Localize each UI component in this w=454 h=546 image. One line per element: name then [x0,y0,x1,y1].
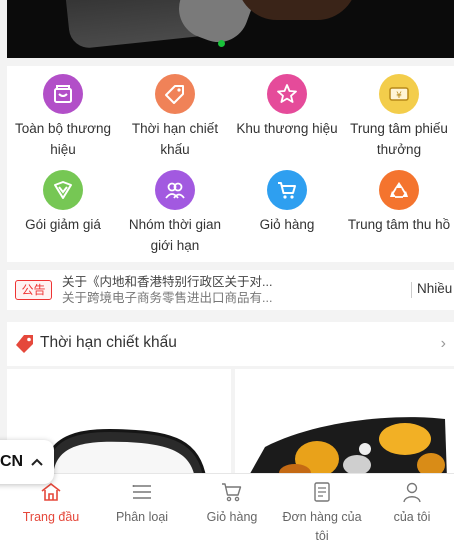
category-brand-zone[interactable]: Khu thương hiệu [231,74,343,139]
category-discount-package[interactable]: Gói giảm giá [7,170,119,235]
discount-section-header[interactable]: Thời hạn chiết khấu › [7,322,454,366]
group-icon [155,170,195,210]
category-label: Trung tâm thu hồ [347,217,451,232]
category-label: Trung tâm phiếu thưởng [350,121,448,157]
category-label: Nhóm thời gian giới hạn [128,217,222,253]
announcement-line: 关于跨境电子商务零售进出口商品有... [62,291,273,305]
announcement-text[interactable]: 关于《内地和香港特别行政区关于对... 关于跨境电子商务零售进出口商品有... [62,270,407,310]
nav-label: Đơn hàng của tôi [282,510,362,543]
category-recycle-center[interactable]: Trung tâm thu hồ [343,170,454,235]
chevron-right-icon[interactable]: › [441,335,446,353]
product-list [7,366,454,479]
category-label: Giỏ hàng [259,217,315,232]
nav-label: của tôi [393,510,431,524]
price-tag-icon [155,74,195,114]
language-switcher[interactable]: CN [0,440,54,484]
category-label: Gói giảm giá [25,217,101,232]
category-label: Toàn bộ thương hiệu [15,121,111,157]
discount-badge-icon [43,170,83,210]
banner-image-shape [237,0,357,20]
nav-home[interactable]: Trang đầu [6,480,96,527]
star-box-icon [267,74,307,114]
category-grid: Toàn bộ thương hiệu Thời hạn chiết khấu Kh… [7,66,454,262]
category-all-brands[interactable]: Toàn bộ thương hiệu [7,74,119,160]
promo-banner[interactable] [7,0,454,58]
announcement-tag: 公告 [15,280,52,300]
svg-text:¥: ¥ [396,91,402,101]
language-code: CN [0,453,24,470]
nav-profile[interactable]: của tôi [367,480,454,527]
more-link[interactable]: Nhiều [417,281,452,296]
category-label: Khu thương hiệu [236,121,338,136]
cart-icon [187,480,277,504]
user-icon [367,480,454,504]
nav-category[interactable]: Phân loại [97,480,187,527]
nav-orders[interactable]: Đơn hàng của tôi [277,480,367,546]
nav-label: Phân loại [115,510,169,524]
cart-icon [267,170,307,210]
product-card[interactable] [235,369,454,479]
recycle-icon [379,170,419,210]
category-coupon-center[interactable]: ¥ Trung tâm phiếu thưởng [343,74,454,160]
coupon-icon: ¥ [379,74,419,114]
nav-label: Giỏ hàng [206,510,258,524]
nav-label: Trang đầu [22,510,80,524]
nav-cart[interactable]: Giỏ hàng [187,480,277,527]
announcement-line: 关于《内地和香港特别行政区关于对... [62,275,273,289]
list-icon [97,480,187,504]
category-label: Thời hạn chiết khấu [131,121,219,157]
belt-image [247,417,447,479]
banner-image-shape [170,0,254,51]
price-tag-icon [14,333,36,360]
shopping-bag-icon [43,74,83,114]
announcement-bar[interactable]: 公告 关于《内地和香港特别行政区关于对... 关于跨境电子商务零售进出口商品有.… [7,270,454,310]
section-title: Thời hạn chiết khấu [40,334,177,351]
order-icon [277,480,367,504]
chevron-up-icon [31,453,43,471]
category-cart[interactable]: Giỏ hàng [231,170,343,235]
divider [411,282,412,298]
category-discount-period[interactable]: Thời hạn chiết khấu [119,74,231,160]
carousel-indicator[interactable] [218,40,225,47]
bottom-nav: Trang đầu Phân loại Giỏ hàng Đơn hàng củ… [0,473,454,546]
category-limited-group[interactable]: Nhóm thời gian giới hạn [119,170,231,256]
